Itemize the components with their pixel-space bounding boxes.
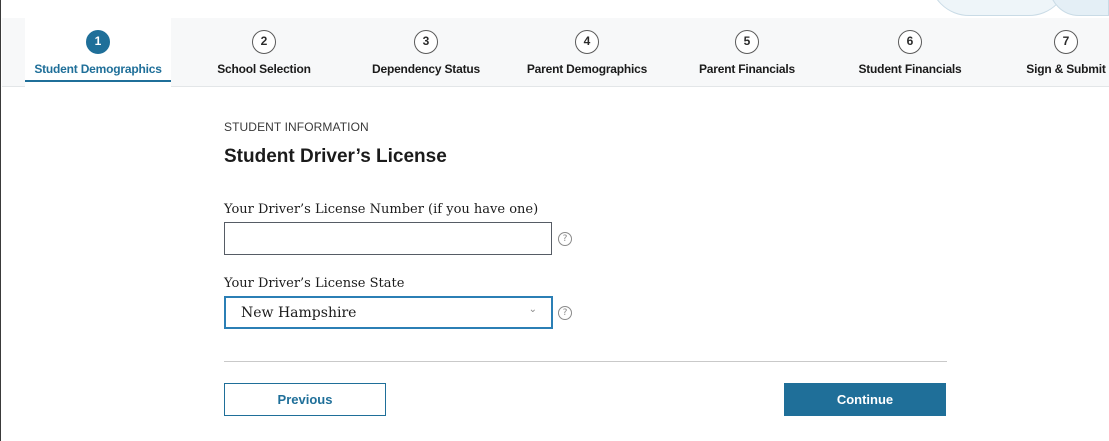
previous-button[interactable]: Previous <box>224 383 386 416</box>
license-state-value: New Hampshire <box>241 305 357 321</box>
continue-button[interactable]: Continue <box>784 383 946 416</box>
license-number-input[interactable] <box>224 222 552 255</box>
step-number: 2 <box>252 30 276 54</box>
step-parent-demographics[interactable]: 4 Parent Demographics <box>520 18 654 87</box>
app-frame: 1 Student Demographics 2 School Selectio… <box>0 0 1109 441</box>
step-student-financials[interactable]: 6 Student Financials <box>848 18 972 87</box>
page-title: Student Driver’s License <box>224 146 447 167</box>
step-label: Dependency Status <box>372 62 480 76</box>
step-number: 4 <box>575 30 599 54</box>
step-number: 7 <box>1054 30 1078 54</box>
step-school-selection[interactable]: 2 School Selection <box>212 18 316 87</box>
step-number: 3 <box>414 30 438 54</box>
form-divider <box>224 361 947 362</box>
license-number-label: Your Driver’s License Number (if you hav… <box>224 202 539 217</box>
section-eyebrow: STUDENT INFORMATION <box>224 120 369 134</box>
step-dependency-status[interactable]: 3 Dependency Status <box>364 18 488 87</box>
step-label: Student Financials <box>858 62 962 76</box>
step-label: Sign & Submit <box>1026 62 1106 76</box>
chevron-down-icon: ⌄ <box>528 304 537 315</box>
license-state-label: Your Driver’s License State <box>224 276 405 291</box>
step-number: 1 <box>86 30 110 54</box>
corner-decoration <box>929 0 1109 18</box>
license-state-select[interactable]: New Hampshire ⌄ <box>224 296 553 329</box>
step-sign-and-submit[interactable]: 7 Sign & Submit <box>1022 18 1109 87</box>
step-number: 6 <box>898 30 922 54</box>
question-circle-icon[interactable]: ? <box>558 306 572 320</box>
step-number: 5 <box>735 30 759 54</box>
question-circle-icon[interactable]: ? <box>558 232 572 246</box>
step-student-demographics[interactable]: 1 Student Demographics <box>25 18 171 87</box>
active-step-underline <box>25 80 171 82</box>
step-label: Parent Financials <box>699 62 795 76</box>
progress-stepper: 1 Student Demographics 2 School Selectio… <box>2 18 1109 87</box>
step-label: Student Demographics <box>34 62 162 76</box>
step-label: Parent Demographics <box>526 62 648 76</box>
step-parent-financials[interactable]: 5 Parent Financials <box>692 18 802 87</box>
step-label: School Selection <box>217 62 311 76</box>
